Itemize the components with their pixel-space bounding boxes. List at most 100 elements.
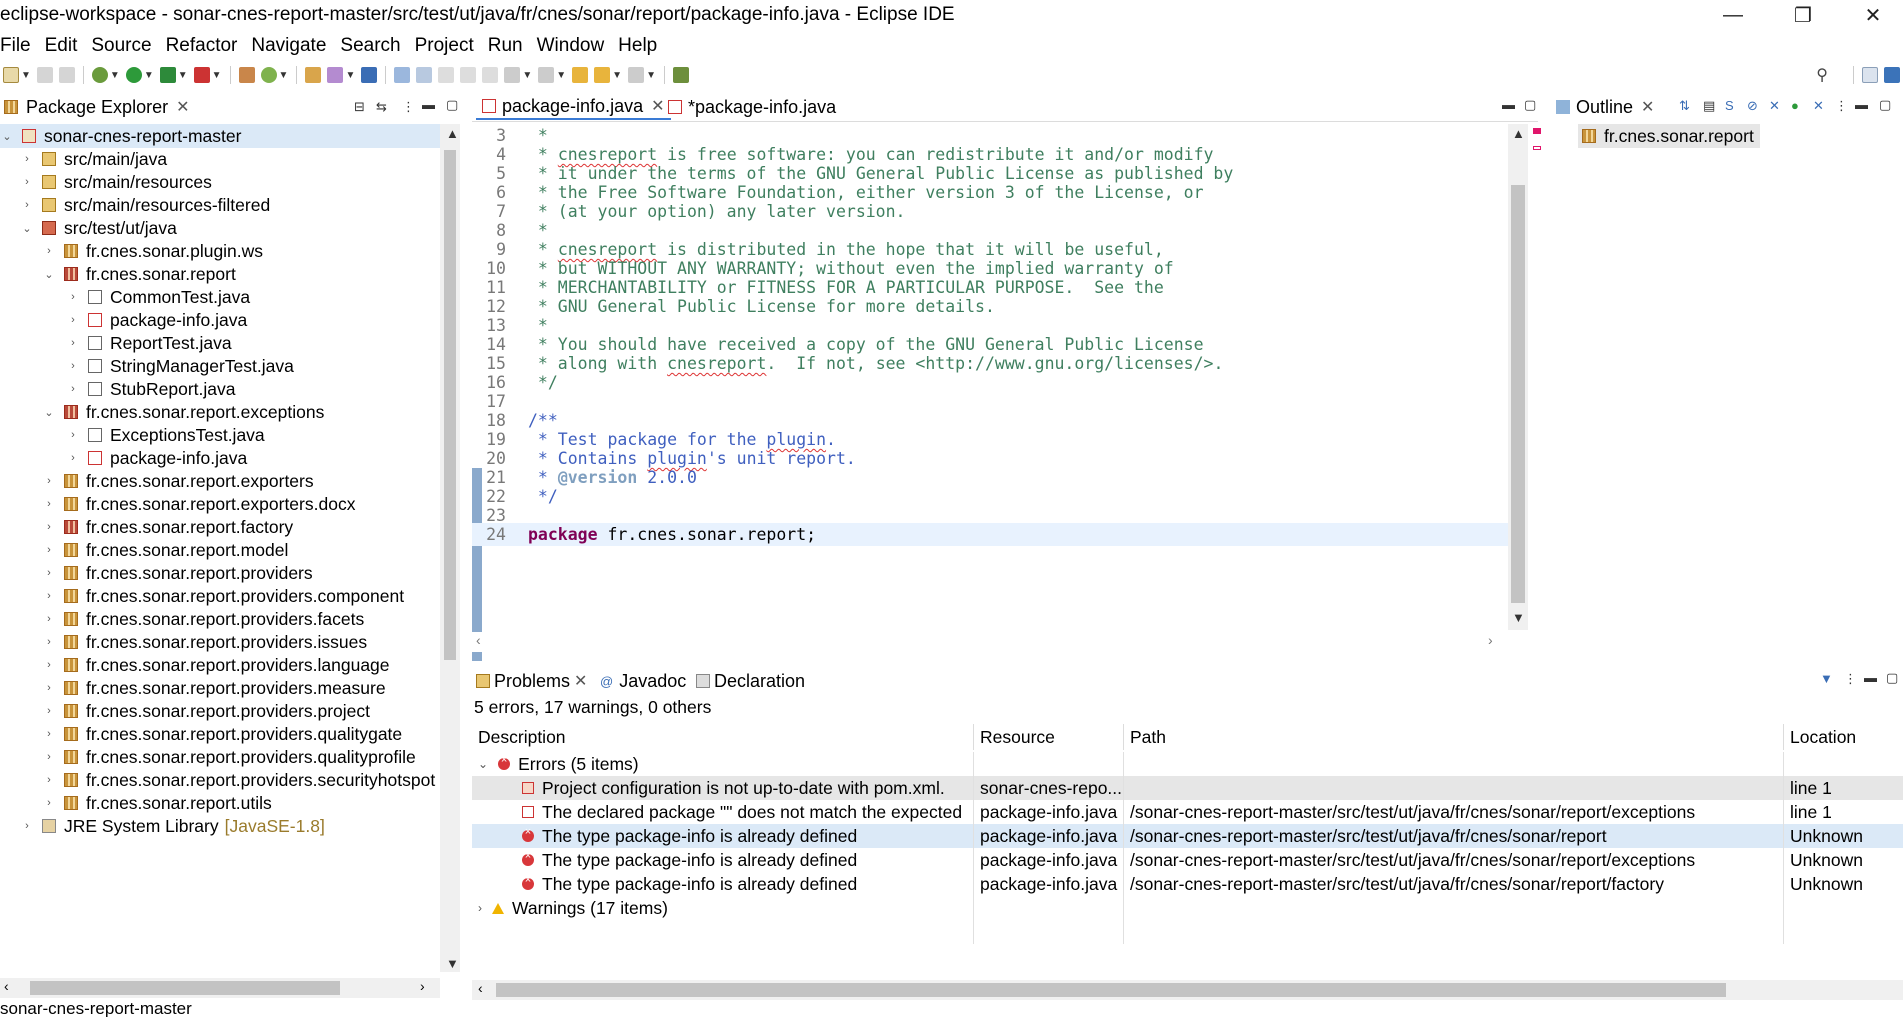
chevron-down-icon[interactable]: ▼: [279, 70, 289, 81]
chevron-right-icon[interactable]: ›: [42, 475, 56, 487]
green-dot-icon[interactable]: ●: [1791, 98, 1799, 113]
hscroll-thumb[interactable]: [30, 981, 340, 995]
chevron-down-icon[interactable]: ⌄: [42, 406, 56, 419]
chevron-down-icon[interactable]: ⌄: [478, 757, 488, 771]
tree-item[interactable]: › fr.cnes.sonar.report.providers.languag…: [42, 653, 389, 677]
chevron-right-icon[interactable]: ›: [20, 176, 34, 188]
scroll-left-icon[interactable]: ‹: [478, 980, 483, 996]
chevron-down-icon[interactable]: ▼: [144, 70, 154, 81]
minimize-view-icon[interactable]: ▬: [1855, 97, 1868, 112]
close-icon[interactable]: ✕: [176, 97, 189, 117]
error-marker[interactable]: [1533, 146, 1541, 150]
new-icon[interactable]: [3, 67, 19, 83]
table-row[interactable]: The type package-info is already defined…: [472, 824, 1903, 848]
tree-item[interactable]: ⌄ src/test/ut/java: [20, 216, 176, 240]
hide-non-public-icon[interactable]: ⊘: [1747, 98, 1758, 114]
save-all-icon[interactable]: [58, 67, 75, 83]
pin-editor-icon[interactable]: [672, 67, 689, 83]
tree-item[interactable]: › fr.cnes.sonar.report.providers.compone…: [42, 584, 404, 608]
chevron-down-icon[interactable]: ▼: [110, 70, 120, 81]
chevron-right-icon[interactable]: ›: [66, 452, 80, 464]
scroll-up-icon[interactable]: ▲: [1512, 126, 1525, 141]
tree-item[interactable]: › fr.cnes.sonar.plugin.ws: [42, 239, 263, 263]
outline-item[interactable]: fr.cnes.sonar.report: [1578, 124, 1760, 148]
chevron-right-icon[interactable]: ›: [66, 383, 80, 395]
tree-item[interactable]: › package-info.java: [66, 308, 247, 332]
tab-outline[interactable]: Outline ✕: [1556, 94, 1654, 120]
tree-item[interactable]: › fr.cnes.sonar.report.providers.quality…: [42, 745, 416, 769]
overview-ruler[interactable]: [1530, 124, 1544, 630]
tab-declaration[interactable]: Declaration: [696, 668, 805, 694]
tree-item[interactable]: › fr.cnes.sonar.report.factory: [42, 515, 293, 539]
chevron-right-icon[interactable]: ›: [66, 291, 80, 303]
new-class-icon[interactable]: [260, 67, 277, 83]
show-whitespace-icon[interactable]: [482, 67, 499, 83]
chevron-right-icon[interactable]: ›: [42, 774, 56, 786]
close-window-icon[interactable]: ✕: [1845, 0, 1901, 30]
menu-run[interactable]: Run: [488, 35, 530, 57]
open-type-icon[interactable]: [305, 67, 322, 83]
tab-package-info[interactable]: package-info.java ✕: [476, 94, 671, 120]
chevron-down-icon[interactable]: ▼: [21, 70, 31, 81]
minimize-view-icon[interactable]: ▬: [422, 97, 435, 112]
chevron-right-icon[interactable]: ›: [478, 901, 482, 915]
tree-item[interactable]: › fr.cnes.sonar.report.exporters.docx: [42, 492, 355, 516]
scroll-right-icon[interactable]: ›: [420, 978, 425, 994]
scroll-down-icon[interactable]: ▼: [446, 956, 459, 971]
table-row[interactable]: The type package-info is already defined…: [472, 848, 1903, 872]
toggle-breadcrumb-icon[interactable]: [416, 67, 433, 83]
chevron-down-icon[interactable]: ▼: [646, 70, 656, 81]
link-with-editor-icon[interactable]: ⇆: [376, 99, 387, 115]
chevron-right-icon[interactable]: ›: [42, 245, 56, 257]
column-header-description[interactable]: Description ⌃: [472, 724, 974, 750]
chevron-down-icon[interactable]: ▼: [612, 70, 622, 81]
view-menu-icon[interactable]: ⋮: [1844, 671, 1857, 687]
search-icon[interactable]: ⚲: [1816, 65, 1828, 85]
maximize-view-icon[interactable]: ▢: [1886, 670, 1898, 686]
hide-fields-icon[interactable]: ▤: [1703, 98, 1715, 114]
package-explorer-scroll-thumb[interactable]: [444, 150, 456, 660]
table-row[interactable]: Project configuration is not up-to-date …: [472, 776, 1903, 800]
tree-item[interactable]: › package-info.java: [66, 446, 247, 470]
chevron-right-icon[interactable]: ›: [66, 314, 80, 326]
tree-item[interactable]: › fr.cnes.sonar.report.exporters: [42, 469, 313, 493]
tree-item[interactable]: › JRE System Library [JavaSE-1.8]: [20, 814, 325, 838]
search-tool-icon[interactable]: [327, 67, 344, 83]
column-header-path[interactable]: Path: [1124, 724, 1784, 750]
filter-icon[interactable]: ▼: [1820, 671, 1833, 686]
menu-refactor[interactable]: Refactor: [166, 35, 245, 57]
chevron-right-icon[interactable]: ›: [42, 751, 56, 763]
editor-scroll-thumb[interactable]: [1511, 185, 1525, 603]
tree-item[interactable]: › StubReport.java: [66, 377, 235, 401]
hide-local-types-icon[interactable]: ✕: [1769, 98, 1780, 114]
minimize-view-icon[interactable]: ▬: [1502, 97, 1515, 112]
previous-annotation-icon[interactable]: [538, 67, 555, 83]
editor-hscrollbar[interactable]: ‹ ›: [472, 632, 1508, 652]
chevron-down-icon[interactable]: ▼: [522, 70, 532, 81]
external-tools-icon[interactable]: [193, 67, 210, 83]
chevron-right-icon[interactable]: ›: [42, 728, 56, 740]
package-explorer-hscrollbar[interactable]: ‹ ›: [0, 978, 440, 998]
close-icon[interactable]: ✕: [574, 671, 587, 691]
chevron-right-icon[interactable]: ›: [42, 659, 56, 671]
table-row[interactable]: The declared package "" does not match t…: [472, 800, 1903, 824]
chevron-right-icon[interactable]: ›: [66, 429, 80, 441]
group-row-warnings[interactable]: › Warnings (17 items): [472, 896, 1903, 920]
tree-item[interactable]: › src/main/java: [20, 147, 167, 171]
close-icon[interactable]: ✕: [1641, 97, 1654, 117]
scroll-left-icon[interactable]: ‹: [476, 632, 481, 648]
view-menu-icon[interactable]: ⋮: [1835, 98, 1848, 114]
debug-icon[interactable]: [91, 67, 108, 83]
new-java-project-icon[interactable]: [238, 67, 255, 83]
tab-problems[interactable]: Problems ✕: [476, 668, 587, 694]
chevron-right-icon[interactable]: ›: [66, 337, 80, 349]
scroll-down-icon[interactable]: ▼: [1512, 610, 1525, 625]
menu-search[interactable]: Search: [340, 35, 407, 57]
chevron-right-icon[interactable]: ›: [42, 544, 56, 556]
tab-package-explorer[interactable]: Package Explorer ✕: [4, 94, 189, 120]
tree-item[interactable]: › fr.cnes.sonar.report.providers.project: [42, 699, 370, 723]
toggle-whitespace-icon[interactable]: [460, 67, 477, 83]
tree-item[interactable]: › fr.cnes.sonar.report.providers.measure: [42, 676, 385, 700]
save-icon[interactable]: [36, 67, 53, 83]
restore-icon[interactable]: ❐: [1775, 0, 1831, 30]
